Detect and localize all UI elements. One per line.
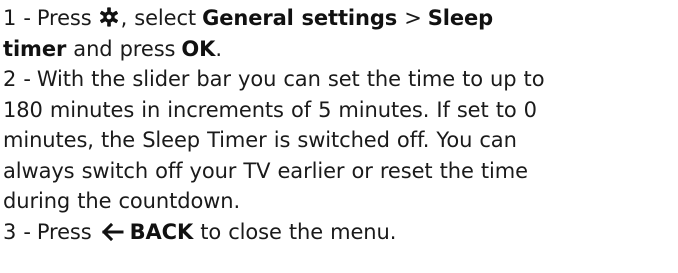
step-1-number: 1 -: [3, 6, 31, 30]
step-1-line-1: 1 - Press , select General settings > Sleep: [3, 3, 678, 34]
step-1-select: , select: [120, 6, 197, 30]
step-2-text-1: With the slider bar you can set the time…: [36, 67, 545, 91]
step-2-line-4: always switch off your TV earlier or res…: [3, 158, 528, 183]
step-3-rest: to close the menu.: [200, 219, 397, 244]
step-2-number: 2 -: [3, 67, 31, 91]
step-2-line-1: 2 - With the slider bar you can set the t…: [3, 64, 678, 95]
step-3-number: 3 -: [3, 219, 31, 244]
menu-general-settings: General settings: [202, 6, 398, 30]
step-2-line-2: 180 minutes in increments of 5 minutes. …: [3, 97, 537, 122]
step-1-and-press: and press: [73, 36, 176, 61]
step-3-press: Press: [36, 219, 92, 244]
menu-separator: >: [404, 6, 422, 30]
step-2-line-5: during the countdown.: [3, 189, 241, 213]
step-3-line-1: 3 - Press BACK to close the menu.: [3, 217, 678, 248]
back-arrow-icon: [100, 222, 124, 242]
instructions: 1 - Press, select General settings > Sleep …: [0, 0, 678, 273]
step-1-line-2: timer and press OK.: [3, 34, 678, 65]
menu-sleep-timer-part-2: timer: [3, 36, 67, 61]
ok-key-label: OK: [181, 36, 216, 61]
menu-sleep-timer-part-1: Sleep: [427, 6, 494, 30]
back-key-label: BACK: [129, 219, 194, 244]
step-1-press: Press: [36, 6, 92, 30]
step-2-line-3: minutes, the Sleep Timer is switched off…: [3, 128, 517, 152]
gear-icon: [98, 6, 120, 28]
step-1-end: .: [215, 36, 222, 61]
